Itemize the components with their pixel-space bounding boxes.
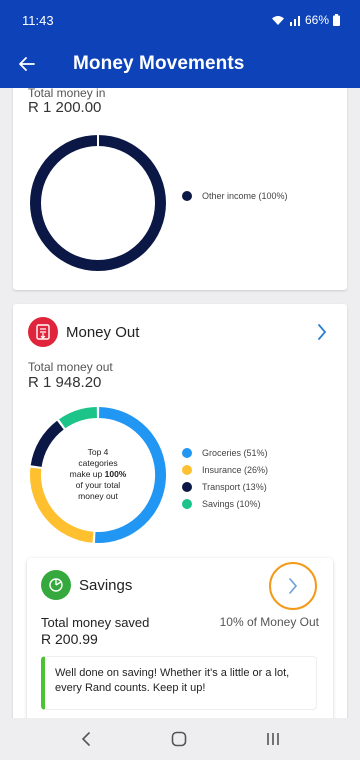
donut-center-line4: of your total	[76, 480, 121, 490]
battery-icon	[333, 14, 340, 26]
money-in-donut	[30, 135, 166, 271]
savings-tip-text: Well done on saving! Whether it's a litt…	[55, 667, 290, 694]
donut-slice	[30, 135, 166, 271]
system-nav-bar	[0, 718, 360, 760]
donut-slice	[59, 407, 97, 429]
pie-chart-icon	[41, 570, 71, 600]
donut-start-tick	[97, 135, 99, 146]
donut-slice	[30, 420, 64, 467]
legend-item: Transport (13%)	[182, 478, 268, 495]
legend-dot	[182, 481, 192, 492]
donut-center-line3: make up 100%	[70, 469, 127, 479]
page-title: Money Movements	[73, 53, 245, 74]
savings-share: 10% of Money Out	[219, 615, 319, 629]
recents-nav-icon[interactable]	[266, 732, 280, 746]
legend-dot	[182, 190, 192, 201]
donut-center-line1: Top 4	[88, 447, 109, 457]
legend-item: Other income (100%)	[182, 187, 288, 204]
savings-title: Savings	[79, 576, 133, 594]
money-out-amount: R 1 948.20	[28, 374, 102, 391]
legend-label: Savings (10%)	[202, 498, 261, 509]
legend-label: Transport (13%)	[202, 481, 267, 492]
savings-label: Total money saved	[41, 615, 150, 630]
donut-center-line3-pre: make up	[70, 469, 105, 479]
chevron-right-icon[interactable]	[317, 324, 327, 340]
receipt-icon	[28, 317, 58, 347]
donut-center-line5: money out	[78, 491, 118, 501]
status-icons: 66%	[271, 13, 340, 27]
back-button[interactable]	[0, 40, 54, 88]
legend-label: Groceries (51%)	[202, 447, 268, 458]
savings-tip: Well done on saving! Whether it's a litt…	[41, 656, 317, 710]
legend-item: Savings (10%)	[182, 495, 268, 512]
battery-percent: 66%	[304, 13, 329, 27]
status-time: 11:43	[22, 12, 54, 28]
money-in-card: Total money in R 1 200.00 Other income (…	[13, 88, 347, 290]
signal-icon	[289, 15, 300, 26]
money-out-legend: Groceries (51%) Insurance (26%) Transpor…	[182, 444, 268, 512]
legend-item: Insurance (26%)	[182, 461, 268, 478]
legend-item: Groceries (51%)	[182, 444, 268, 461]
money-in-legend: Other income (100%)	[182, 187, 288, 204]
money-out-title: Money Out	[66, 323, 140, 341]
money-out-donut: Top 4 categories make up 100% of your to…	[29, 407, 167, 543]
app-bar: Money Movements	[0, 40, 360, 88]
donut-center-line3-bold: 100%	[105, 469, 127, 479]
legend-dot	[182, 464, 192, 475]
legend-dot	[182, 447, 192, 458]
money-out-card: Money Out Total money out R 1 948.20 Top…	[13, 304, 347, 718]
legend-label: Other income (100%)	[202, 190, 288, 201]
money-out-header[interactable]: Money Out	[28, 317, 139, 347]
legend-label: Insurance (26%)	[202, 464, 269, 475]
wifi-icon	[271, 15, 284, 25]
scroll-content[interactable]: Total money in R 1 200.00 Other income (…	[0, 88, 360, 718]
donut-center-line2: categories	[78, 458, 117, 468]
back-arrow-icon	[19, 57, 35, 71]
savings-amount: R 200.99	[41, 631, 98, 647]
savings-chevron-button[interactable]	[269, 562, 317, 610]
legend-dot	[182, 498, 192, 509]
savings-card: Savings Total money saved R 200.99 10% o…	[27, 558, 333, 718]
home-nav-icon[interactable]	[171, 731, 187, 747]
savings-header[interactable]: Savings	[41, 570, 132, 600]
back-nav-icon[interactable]	[80, 732, 92, 746]
money-out-label: Total money out	[28, 360, 113, 374]
money-in-amount: R 1 200.00	[28, 99, 102, 116]
status-bar: 11:43 66%	[0, 0, 360, 40]
chevron-right-icon	[289, 578, 298, 594]
